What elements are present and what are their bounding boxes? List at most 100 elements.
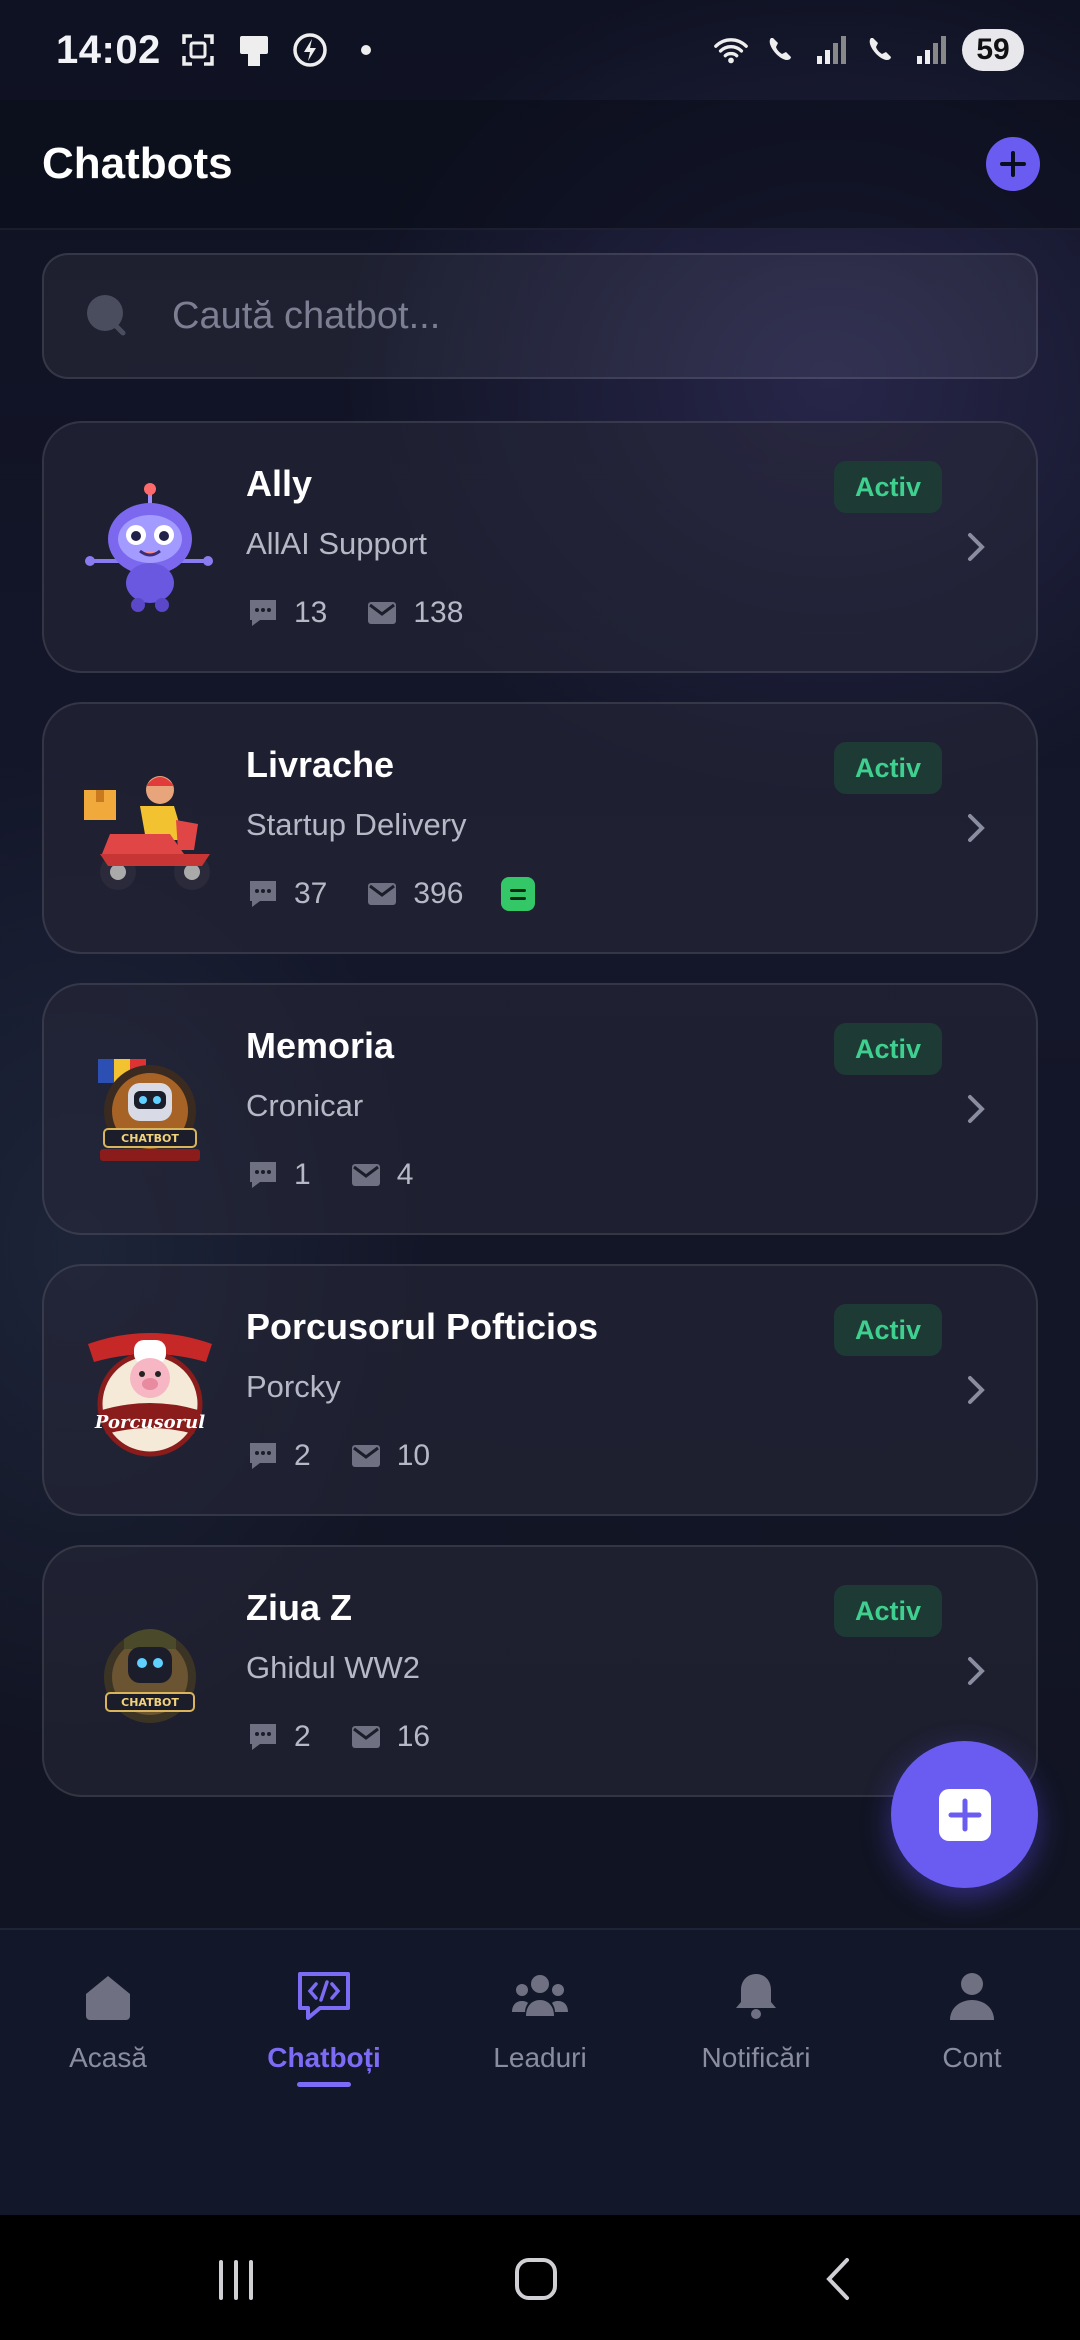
user-icon [942,1966,1002,2026]
nav-item-acasa[interactable]: Acasă [0,1956,216,2096]
recent-apps-button[interactable] [206,2249,266,2309]
home-square-icon [515,2258,557,2300]
chatbot-card-livrache[interactable]: Livrache Startup Delivery 37 396 Activ [42,702,1038,954]
chatbot-subtitle: Porcky [246,1369,341,1404]
search-bar[interactable] [42,253,1038,379]
back-icon [826,2258,849,2300]
chatbot-avatar: CHATBOT [80,1603,220,1743]
status-badge: Activ [834,1023,942,1075]
recent-apps-icon [219,2260,253,2300]
search-icon [84,291,134,341]
mail-icon [351,1726,380,1748]
call-sim1-icon [762,31,800,69]
status-badge: Activ [834,461,942,513]
bell-icon [726,1966,786,2026]
conversation-icon [250,1443,276,1469]
active-tab-indicator [297,2082,351,2087]
chatbot-avatar: Porcusorul [80,1322,220,1462]
chatbot-card-ziua-z[interactable]: CHATBOT Ziua Z Ghidul WW2 2 16 Activ [42,1545,1038,1797]
dot-icon [347,31,385,69]
search-input[interactable] [172,294,972,338]
conversation-icon [250,1724,276,1750]
conversation-icon [250,881,276,907]
back-button[interactable] [810,2249,870,2309]
chatbot-avatar: CHATBOT [80,1041,220,1181]
message-count: 396 [413,877,464,910]
message-count: 10 [396,1439,431,1472]
chevron-right-icon [968,1657,985,1685]
chatbot-subtitle: Cronicar [246,1088,364,1123]
message-count: 4 [396,1158,414,1191]
signal-icon [912,31,950,69]
plus-icon [1000,151,1026,177]
bottom-navigation: Acasă Chatboți Leaduri Notificări Cont [0,1928,1080,2215]
nav-label: Acasă [69,2042,147,2073]
chatbot-stats: 2 10 [246,1434,468,1478]
status-time: 14:02 [56,27,161,72]
nav-label: Chatboți [267,2042,381,2073]
status-badge: Activ [834,742,942,794]
chatbot-stats: 37 396 [246,872,536,916]
chatbot-subtitle: Startup Delivery [246,807,467,842]
conversation-count: 2 [294,1720,311,1753]
chatbot-card-memoria[interactable]: CHATBOT Memoria Cronicar 1 4 Activ [42,983,1038,1235]
screenshot-icon [179,31,217,69]
home-icon [78,1966,138,2026]
chatbot-avatar [80,760,220,900]
chatbot-stats: 1 4 [246,1153,451,1197]
signal-icon [812,31,850,69]
chatbot-subtitle: AllAI Support [246,526,427,561]
screen-icon [235,31,273,69]
chatbot-name: Porcusorul Pofticios [246,1306,599,1347]
page-title: Chatbots [42,139,233,188]
chatbot-stats: 13 138 [246,591,501,635]
conversation-count: 2 [294,1439,311,1472]
conversation-count: 13 [294,596,328,629]
document-badge-icon [501,877,536,911]
chevron-right-icon [968,814,985,842]
conversation-count: 1 [294,1158,311,1191]
chatbot-name: Ziua Z [246,1587,352,1628]
chatbot-stats: 2 16 [246,1715,468,1759]
mail-icon [351,1445,380,1467]
charging-icon [291,31,329,69]
home-button[interactable] [506,2249,566,2309]
nav-item-cont[interactable]: Cont [864,1956,1080,2096]
nav-label: Leaduri [493,2042,587,2073]
code-chat-icon [294,1966,354,2026]
create-chatbot-fab[interactable] [891,1741,1038,1888]
chatbot-card-ally[interactable]: Ally AllAI Support 13 138 Activ [42,421,1038,673]
chatbot-subtitle: Ghidul WW2 [246,1650,420,1685]
nav-item-leaduri[interactable]: Leaduri [432,1956,648,2096]
mail-icon [368,883,397,905]
chatbot-name: Livrache [246,744,395,785]
chatbot-name: Ally [246,463,313,504]
nav-label: Notificări [701,2042,811,2073]
svg-text:Porcusorul: Porcusorul [94,1412,205,1433]
status-bar: 14:02 59 [0,0,1080,100]
nav-item-chatboti[interactable]: Chatboți [216,1956,432,2096]
chatbot-name: Memoria [246,1025,395,1066]
conversation-icon [250,600,276,626]
system-navigation-bar [0,2215,1080,2340]
chevron-right-icon [968,1095,985,1123]
people-icon [510,1966,570,2026]
conversation-icon [250,1162,276,1188]
conversation-count: 37 [294,877,328,910]
app-header: Chatbots [0,100,1080,230]
status-badge: Activ [834,1304,942,1356]
plus-square-icon [938,1788,991,1841]
chatbot-avatar [80,479,220,619]
mail-icon [368,602,397,624]
chatbot-card-porcusorul-pofticios[interactable]: Porcusorul Porcusorul Pofticios Porcky 2… [42,1264,1038,1516]
add-chatbot-button[interactable] [986,137,1040,191]
wifi-icon [712,31,750,69]
nav-item-notificari[interactable]: Notificări [648,1956,864,2096]
message-count: 16 [396,1720,431,1753]
status-badge: Activ [834,1585,942,1637]
nav-label: Cont [942,2042,1002,2073]
svg-text:CHATBOT: CHATBOT [121,1132,179,1145]
svg-text:CHATBOT: CHATBOT [121,1696,179,1709]
battery-indicator: 59 [962,29,1024,71]
call-sim2-icon [862,31,900,69]
